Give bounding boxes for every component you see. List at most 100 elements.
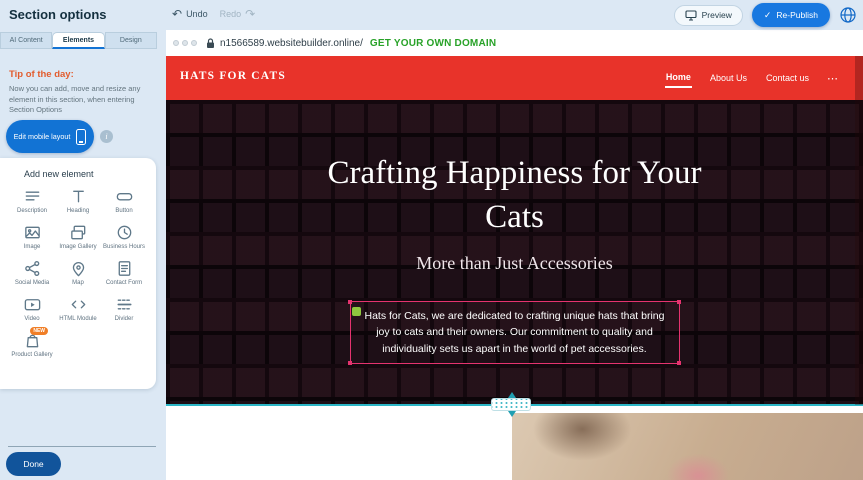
check-icon: ✓ xyxy=(764,10,772,21)
app-root: { "topbar": { "title": "Section options"… xyxy=(0,0,863,480)
contact-form-icon xyxy=(115,259,134,278)
add-new-element-title: Add new element xyxy=(24,169,156,179)
add-element-description[interactable]: Description xyxy=(9,182,55,218)
window-dots xyxy=(173,40,197,46)
browser-url-bar: n1566589.websitebuilder.online/ GET YOUR… xyxy=(166,30,863,56)
add-element-business-hours[interactable]: Business Hours xyxy=(101,218,147,254)
selection-corner xyxy=(348,361,352,365)
element-label: Contact Form xyxy=(106,280,142,287)
language-globe-button[interactable] xyxy=(839,6,857,24)
element-label: Image Gallery xyxy=(59,244,96,251)
tip-of-the-day-body: Now you can add, move and resize any ele… xyxy=(9,84,152,116)
next-section-image[interactable] xyxy=(512,413,863,480)
add-element-image[interactable]: Image xyxy=(9,218,55,254)
hero-body-text: Hats for Cats, we are dedicated to craft… xyxy=(364,310,664,355)
description-icon xyxy=(23,187,42,206)
window-dot xyxy=(182,40,188,46)
info-button[interactable]: i xyxy=(100,130,113,143)
video-icon xyxy=(23,295,42,314)
element-label: Image xyxy=(24,244,41,251)
undo-button[interactable]: ↶ Undo xyxy=(172,8,208,20)
republish-button[interactable]: ✓ Re-Publish xyxy=(752,3,830,27)
preview-scrollbar[interactable] xyxy=(855,56,863,405)
element-label: Business Hours xyxy=(103,244,145,251)
get-own-domain-link[interactable]: GET YOUR OWN DOMAIN xyxy=(370,38,496,49)
resize-down-arrow-icon xyxy=(508,411,516,417)
new-badge: NEW xyxy=(30,327,48,335)
republish-label: Re-Publish xyxy=(776,10,818,20)
sidebar-tabs: AI Content Elements Design xyxy=(0,32,157,49)
selection-corner xyxy=(677,361,681,365)
undo-label: Undo xyxy=(186,9,208,19)
add-element-map[interactable]: Map xyxy=(55,254,101,290)
hero-text-element-selected[interactable]: Hats for Cats, we are dedicated to craft… xyxy=(350,301,680,364)
element-label: Description xyxy=(17,208,47,215)
nav-item-contact-us[interactable]: Contact us xyxy=(765,69,810,87)
element-label: Divider xyxy=(115,316,134,323)
tip-of-the-day-title: Tip of the day: xyxy=(9,69,74,80)
button-icon xyxy=(115,187,134,206)
edit-mobile-layout-label: Edit mobile layout xyxy=(14,132,71,141)
element-label: HTML Module xyxy=(59,316,96,323)
section-resize-handle[interactable] xyxy=(491,398,531,411)
lock-icon xyxy=(206,38,215,49)
tab-design[interactable]: Design xyxy=(105,32,157,49)
add-element-contact-form[interactable]: Contact Form xyxy=(101,254,147,290)
heading-icon xyxy=(69,187,88,206)
done-button[interactable]: Done xyxy=(6,452,61,476)
sidebar-divider xyxy=(8,446,156,447)
section-options-sidebar: AI Content Elements Design Tip of the da… xyxy=(0,30,166,480)
image-icon xyxy=(23,223,42,242)
social-media-icon xyxy=(23,259,42,278)
redo-button[interactable]: Redo ↷ xyxy=(220,8,256,20)
globe-icon xyxy=(839,6,857,24)
page-title: Section options xyxy=(9,7,107,22)
hero-section: Crafting Happiness for Your Cats More th… xyxy=(166,100,863,405)
hero-subheading[interactable]: More than Just Accessories xyxy=(166,253,863,274)
site-header: HATS FOR CATS Home About Us Contact us ⋯ xyxy=(166,56,863,100)
top-toolbar: Section options ↶ Undo Redo ↷ Preview ✓ … xyxy=(0,0,863,30)
add-element-divider[interactable]: Divider xyxy=(101,290,147,326)
monitor-icon xyxy=(685,10,697,21)
site-nav: Home About Us Contact us ⋯ xyxy=(665,56,839,100)
business-hours-icon xyxy=(115,223,134,242)
preview-button[interactable]: Preview xyxy=(674,5,743,26)
hero-heading[interactable]: Crafting Happiness for Your Cats xyxy=(305,152,725,239)
undo-icon: ↶ xyxy=(172,8,182,20)
preview-label: Preview xyxy=(702,10,732,20)
redo-icon: ↷ xyxy=(245,8,255,20)
phone-icon xyxy=(76,129,86,145)
add-element-heading[interactable]: Heading xyxy=(55,182,101,218)
add-element-button[interactable]: Button xyxy=(101,182,147,218)
drag-handle[interactable] xyxy=(352,307,361,316)
edit-mobile-layout-button[interactable]: Edit mobile layout xyxy=(6,120,94,153)
add-element-social-media[interactable]: Social Media xyxy=(9,254,55,290)
nav-item-about-us[interactable]: About Us xyxy=(709,69,748,87)
element-label: Heading xyxy=(67,208,89,215)
nav-more-icon[interactable]: ⋯ xyxy=(827,72,839,85)
html-module-icon xyxy=(69,295,88,314)
element-label: Product Gallery xyxy=(11,352,52,359)
nav-item-home[interactable]: Home xyxy=(665,68,692,88)
map-icon xyxy=(69,259,88,278)
element-grid: Description Heading Button Image Image G… xyxy=(0,182,156,361)
resize-up-arrow-icon xyxy=(508,392,516,398)
add-element-image-gallery[interactable]: Image Gallery xyxy=(55,218,101,254)
add-element-video[interactable]: Video xyxy=(9,290,55,326)
element-label: Map xyxy=(72,280,84,287)
window-dot xyxy=(191,40,197,46)
window-dot xyxy=(173,40,179,46)
info-icon: i xyxy=(105,132,107,141)
element-label: Social Media xyxy=(15,280,49,287)
toolbar-actions: Preview ✓ Re-Publish xyxy=(674,3,857,27)
undo-redo-group: ↶ Undo Redo ↷ xyxy=(172,8,255,20)
selection-corner xyxy=(348,300,352,304)
add-element-html-module[interactable]: HTML Module xyxy=(55,290,101,326)
tab-elements[interactable]: Elements xyxy=(52,32,104,49)
add-new-element-panel: Add new element Description Heading Butt… xyxy=(0,158,156,389)
add-element-product-gallery[interactable]: NEW Product Gallery xyxy=(9,326,55,362)
site-url: n1566589.websitebuilder.online/ xyxy=(220,38,363,49)
site-logo[interactable]: HATS FOR CATS xyxy=(180,70,286,82)
tab-ai-content[interactable]: AI Content xyxy=(0,32,52,49)
done-label: Done xyxy=(23,459,43,469)
